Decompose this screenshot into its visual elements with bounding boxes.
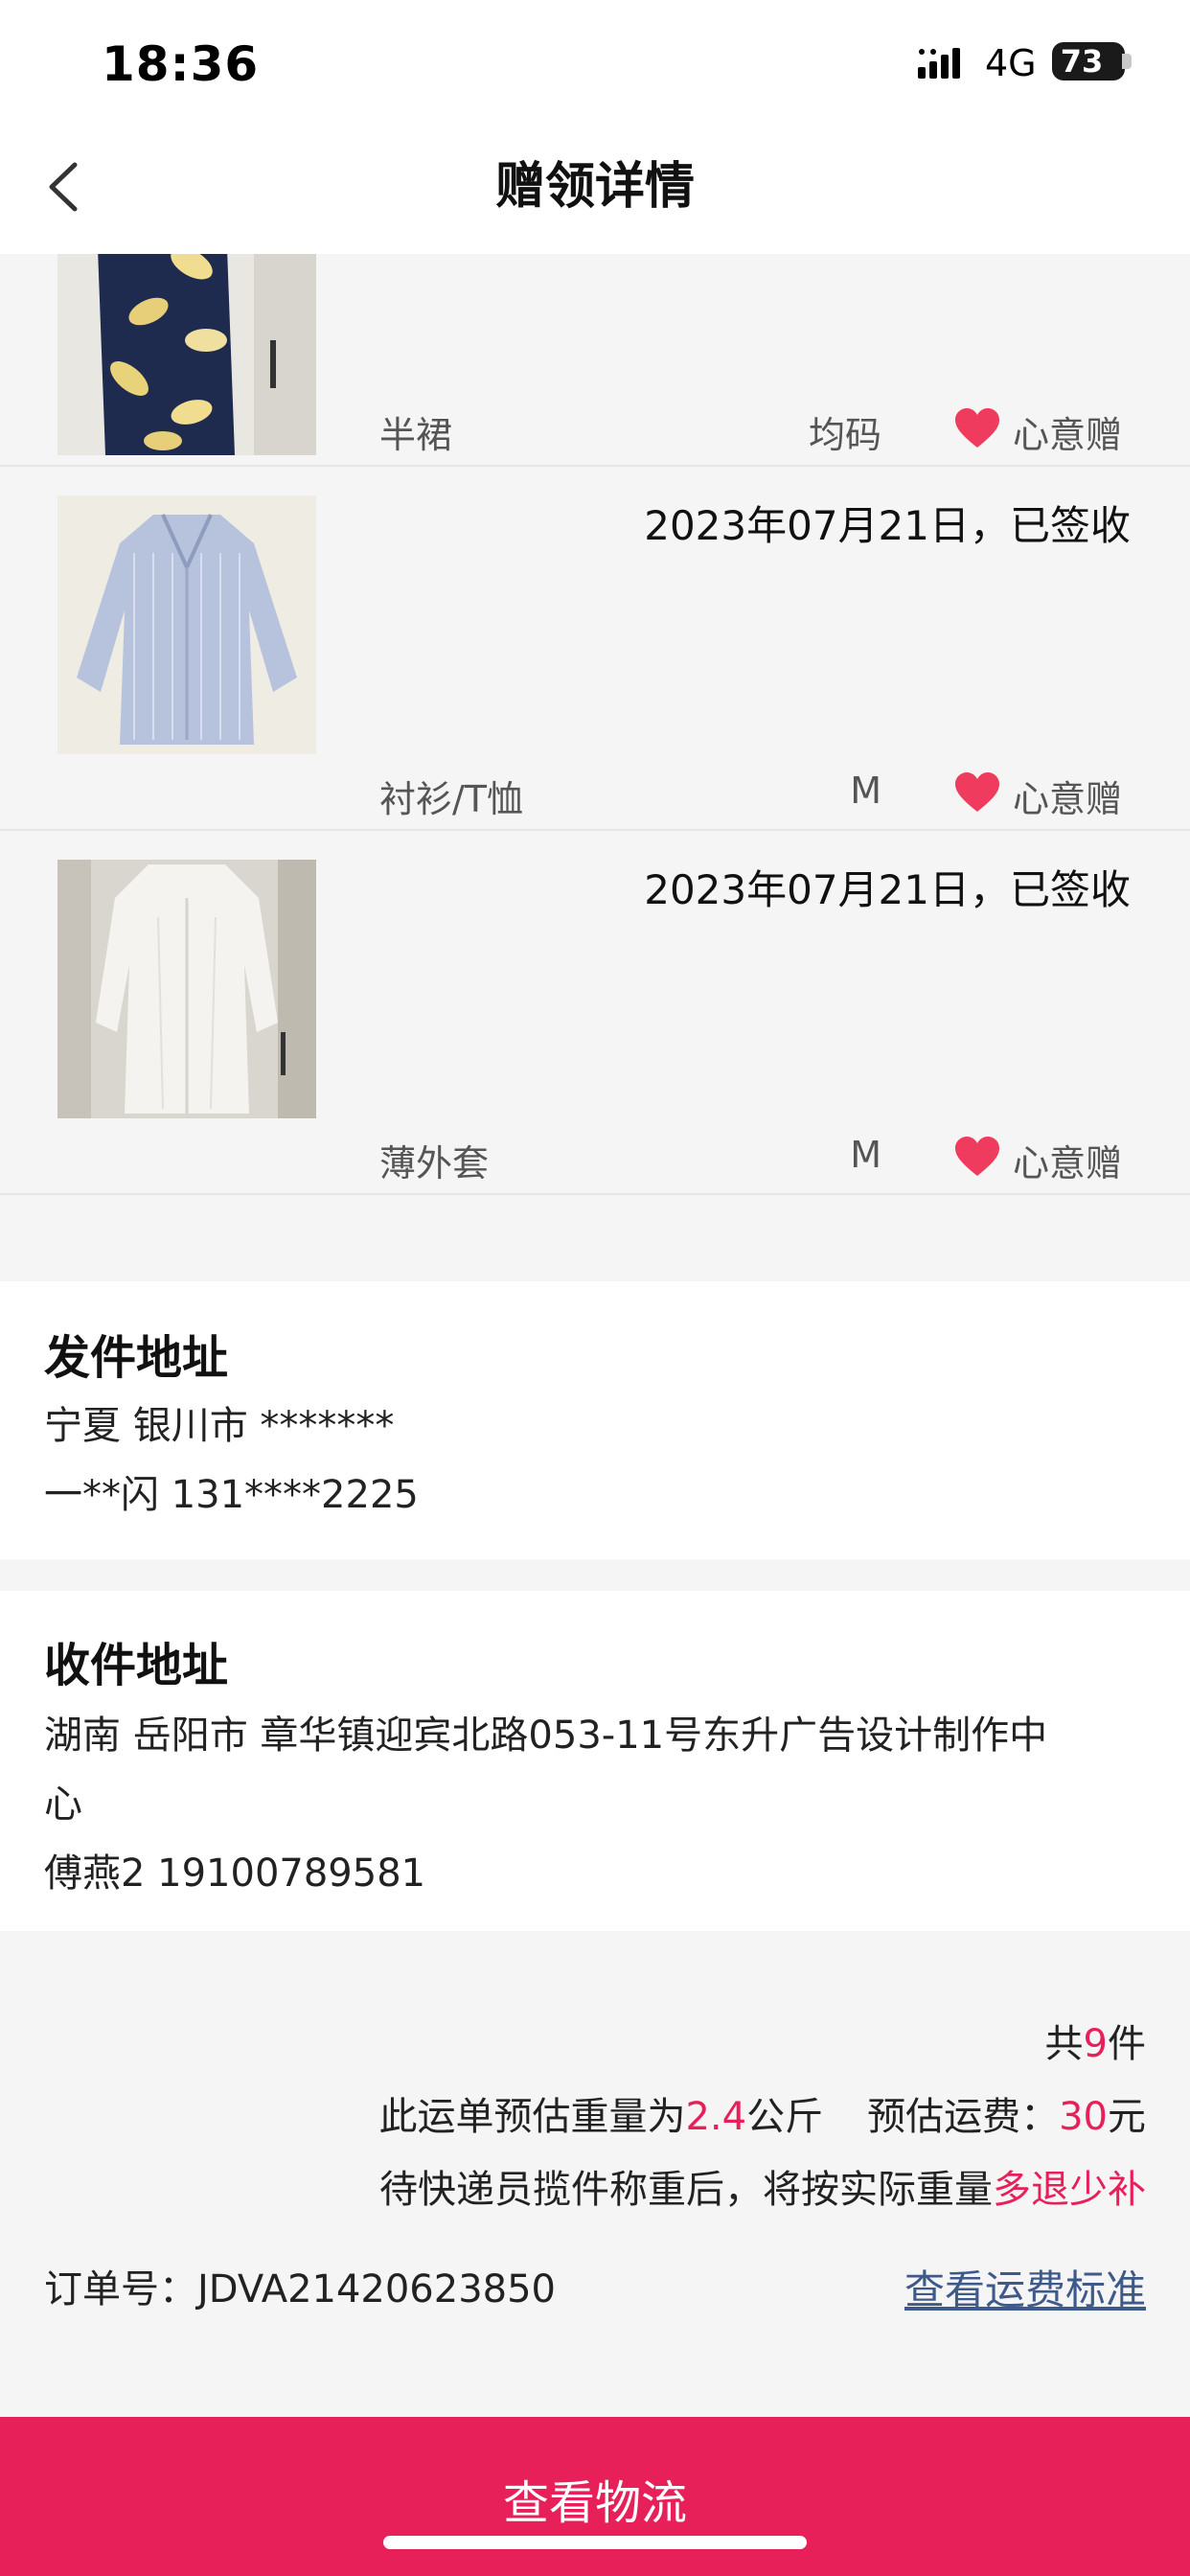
fee-standard-link[interactable]: 查看运费标准 [904, 2258, 1146, 2316]
total-prefix: 共 [1044, 2022, 1084, 2066]
sender-contact: 一**闪 131****2225 [44, 1473, 419, 1517]
network-type: 4G [985, 42, 1037, 84]
sender-address-card: 发件地址 宁夏 银川市 ******* 一**闪 131****2225 [0, 1281, 1190, 1559]
heart-icon [955, 772, 999, 812]
list-item[interactable]: 半裙 均码 心意赠 [0, 254, 1190, 467]
item-category: 衬衫/T恤 [379, 778, 524, 820]
shirt-photo [57, 495, 316, 754]
fee-label: 预估运费： [867, 2095, 1060, 2139]
order-value: JDVA21420623850 [197, 2267, 557, 2312]
order-label: 订单号： [44, 2267, 197, 2312]
heart-icon [955, 1137, 999, 1176]
total-count-line: 共9件 [1045, 2012, 1146, 2068]
receiver-address-line2: 心 [44, 1782, 82, 1827]
view-logistics-label: 查看物流 [502, 2476, 687, 2530]
receiver-address-line1: 湖南 岳阳市 章华镇迎宾北路053-11号东升广告设计制作中 [44, 1714, 1048, 1758]
heart-icon [955, 408, 999, 448]
sender-title: 发件地址 [44, 1331, 229, 1385]
status-time: 18:36 [102, 36, 260, 92]
note-prefix: 待快递员揽件称重后，将按实际重量 [379, 2168, 993, 2212]
signal-icon [918, 48, 960, 79]
item-size: M [850, 770, 881, 812]
goods-list: 半裙 均码 心意赠 2023年07月21日，已签收 衬衫/T恤 M 心意赠 20… [0, 254, 1190, 1281]
item-category: 半裙 [379, 414, 453, 456]
weight-value: 2.4 [685, 2095, 747, 2139]
weight-prefix: 此运单预估重量为 [378, 2095, 686, 2139]
fee-value: 30 [1059, 2095, 1108, 2139]
list-item[interactable]: 2023年07月21日，已签收 薄外套 M 心意赠 [0, 829, 1190, 1195]
note-highlight: 多退少补 [993, 2168, 1146, 2212]
receiver-title: 收件地址 [44, 1639, 229, 1692]
fee-unit: 元 [1108, 2095, 1146, 2139]
item-tag: 心意赠 [1013, 778, 1123, 820]
home-indicator [383, 2536, 807, 2549]
item-size: M [850, 1134, 881, 1176]
list-item[interactable]: 2023年07月21日，已签收 衬衫/T恤 M 心意赠 [0, 465, 1190, 831]
battery-level: 73 [1060, 43, 1104, 80]
battery-tip [1122, 54, 1132, 69]
item-tag: 心意赠 [1013, 1142, 1123, 1184]
sender-region: 宁夏 银川市 ******* [44, 1404, 395, 1448]
skirt-photo [57, 254, 316, 455]
refund-note-line: 待快递员揽件称重后，将按实际重量多退少补 [379, 2158, 1146, 2214]
order-number: 订单号：JDVA21420623850 [44, 2258, 556, 2313]
page-title: 赠领详情 [494, 158, 695, 216]
item-tag: 心意赠 [1013, 414, 1123, 456]
total-count: 9 [1083, 2022, 1108, 2066]
total-suffix: 件 [1108, 2022, 1146, 2066]
weight-unit: 公斤 [746, 2095, 824, 2139]
item-category: 薄外套 [379, 1142, 490, 1184]
sign-status: 2023年07月21日，已签收 [644, 866, 1131, 913]
item-size: 均码 [808, 414, 881, 456]
receiver-contact: 傅燕2 19100789581 [44, 1852, 426, 1896]
weight-fee-line: 此运单预估重量为2.4公斤 预估运费：30元 [378, 2085, 1146, 2141]
jacket-photo [57, 860, 316, 1118]
sign-status: 2023年07月21日，已签收 [644, 502, 1131, 549]
receiver-address-card: 收件地址 湖南 岳阳市 章华镇迎宾北路053-11号东升广告设计制作中 心 傅燕… [0, 1591, 1190, 1931]
